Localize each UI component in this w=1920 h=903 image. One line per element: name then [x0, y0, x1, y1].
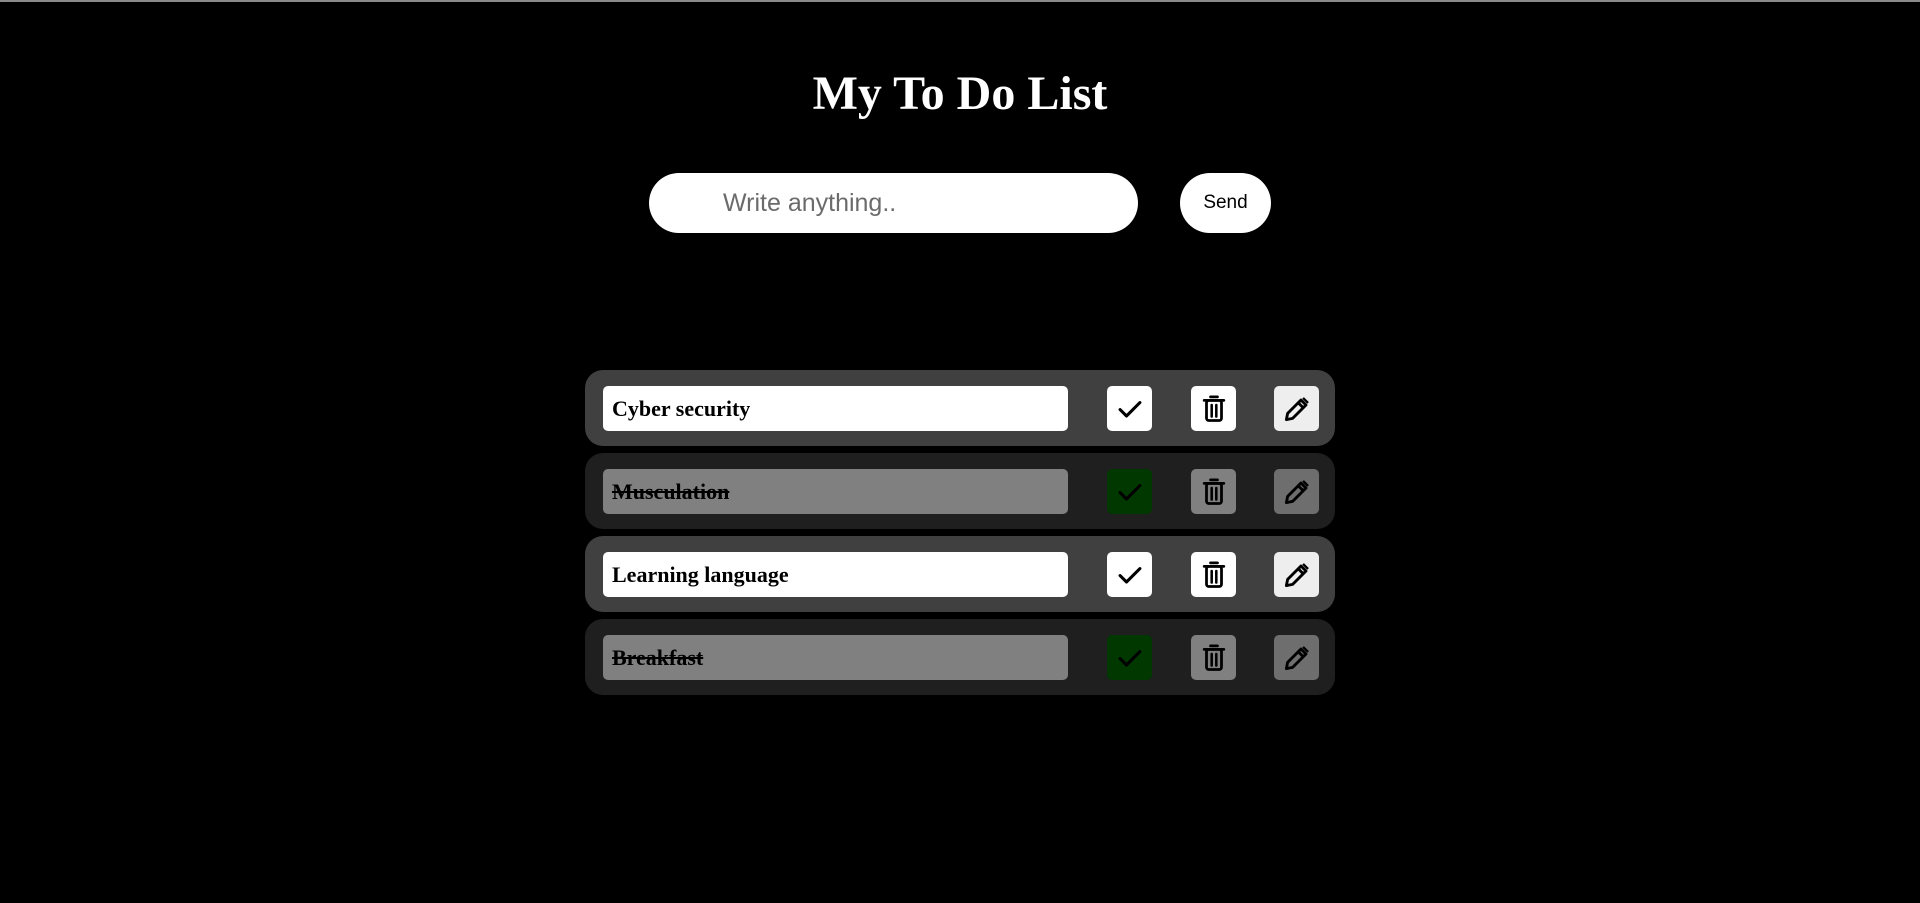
task-row: Cyber security: [585, 370, 1335, 446]
trash-icon: [1200, 643, 1228, 673]
task-text[interactable]: Musculation: [603, 469, 1068, 514]
task-row: Musculation: [585, 453, 1335, 529]
task-row: Learning language: [585, 536, 1335, 612]
edit-button[interactable]: [1274, 552, 1319, 597]
trash-icon: [1200, 477, 1228, 507]
trash-icon: [1200, 560, 1228, 590]
page-title: My To Do List: [812, 67, 1108, 120]
trash-icon: [1200, 394, 1228, 424]
pencil-icon: [1282, 477, 1312, 507]
pencil-icon: [1282, 560, 1312, 590]
task-text[interactable]: Breakfast: [603, 635, 1068, 680]
edit-button[interactable]: [1274, 469, 1319, 514]
edit-button[interactable]: [1274, 386, 1319, 431]
delete-button[interactable]: [1191, 469, 1236, 514]
check-icon: [1116, 395, 1144, 423]
check-icon: [1116, 478, 1144, 506]
pencil-icon: [1282, 643, 1312, 673]
check-icon: [1116, 644, 1144, 672]
task-input[interactable]: [649, 173, 1138, 233]
delete-button[interactable]: [1191, 386, 1236, 431]
complete-button[interactable]: [1107, 635, 1152, 680]
delete-button[interactable]: [1191, 635, 1236, 680]
pencil-icon: [1282, 394, 1312, 424]
task-text[interactable]: Cyber security: [603, 386, 1068, 431]
task-text[interactable]: Learning language: [603, 552, 1068, 597]
delete-button[interactable]: [1191, 552, 1236, 597]
check-icon: [1116, 561, 1144, 589]
complete-button[interactable]: [1107, 552, 1152, 597]
send-button[interactable]: Send: [1180, 173, 1271, 233]
task-list: Cyber security Musculation Learning lang…: [585, 370, 1335, 702]
task-row: Breakfast: [585, 619, 1335, 695]
edit-button[interactable]: [1274, 635, 1319, 680]
complete-button[interactable]: [1107, 469, 1152, 514]
complete-button[interactable]: [1107, 386, 1152, 431]
